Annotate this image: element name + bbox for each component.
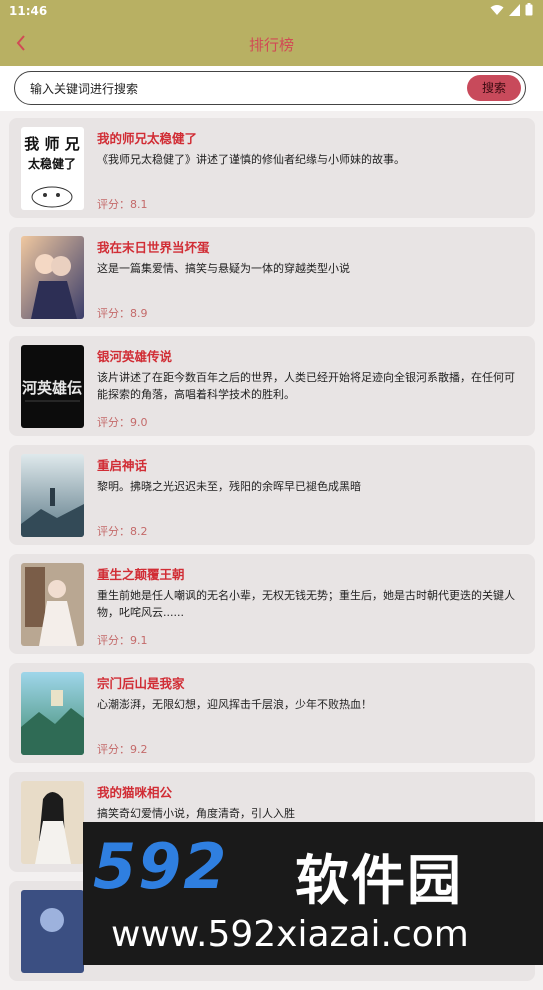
book-score: 评分：9.1 (97, 634, 148, 647)
watermark: 592 软件园 www.592xiazai.com (83, 822, 543, 965)
signal-icon (509, 3, 520, 16)
book-title: 我的师兄太稳健了 (97, 131, 198, 146)
search-input[interactable] (28, 78, 452, 100)
book-desc: 《我师兄太稳健了》讲述了谨慎的修仙者纪缘与小师妹的故事。 (97, 153, 405, 166)
book-desc: 搞笑奇幻爱情小说，角度清奇，引人入胜 (97, 807, 295, 820)
wifi-icon (490, 4, 504, 15)
cover-title-line: 太稳健了 (28, 156, 76, 171)
book-cover (21, 672, 84, 755)
watermark-name: 软件园 (295, 849, 463, 912)
battery-icon (525, 3, 533, 16)
book-cover (21, 454, 84, 537)
book-title: 银河英雄传说 (97, 349, 173, 364)
book-score: 评分：8.2 (97, 525, 148, 538)
book-desc: 黎明。拂晓之光迟迟未至，残阳的余晖早已褪色成黑暗 (97, 480, 361, 493)
book-title: 宗门后山是我家 (97, 676, 185, 691)
book-card[interactable]: 我在末日世界当坏蛋 这是一篇集爱情、搞笑与悬疑为一体的穿越类型小说 评分：8.9 (9, 227, 535, 327)
book-score: 评分：9.2 (97, 743, 148, 756)
app-bar: 排行榜 (0, 22, 543, 66)
book-card[interactable]: 我 师 兄 太稳健了 我的师兄太稳健了 《我师兄太稳健了》讲述了谨慎的修仙者纪缘… (9, 118, 535, 218)
book-cover (21, 890, 84, 973)
book-desc: 这是一篇集爱情、搞笑与悬疑为一体的穿越类型小说 (97, 262, 350, 275)
book-desc: 重生前她是任人嘲讽的无名小辈，无权无钱无势；重生后，她是古时朝代更迭的关键人物，… (97, 589, 515, 619)
book-cover (21, 236, 84, 319)
cover-title-line: 河英雄伝 (22, 379, 82, 397)
book-title: 我在末日世界当坏蛋 (97, 240, 210, 255)
book-card[interactable]: 河英雄伝 银河英雄传说 该片讲述了在距今数百年之后的世界，人类已经开始将足迹向全… (9, 336, 535, 436)
search-bar: 搜索 (0, 66, 543, 111)
book-card[interactable]: 宗门后山是我家 心潮澎湃，无限幻想，迎风挥击千层浪，少年不败热血！ 评分：9.2 (9, 663, 535, 763)
cover-title-line: 我 师 兄 (24, 135, 79, 153)
book-title: 重生之颠覆王朝 (97, 567, 185, 582)
status-icons (490, 3, 533, 16)
book-card[interactable]: 重启神话 黎明。拂晓之光迟迟未至，残阳的余晖早已褪色成黑暗 评分：8.2 (9, 445, 535, 545)
watermark-url: www.592xiazai.com (111, 914, 469, 955)
book-cover (21, 781, 84, 864)
watermark-logo: 592 (93, 830, 229, 903)
book-score: 评分：8.9 (97, 307, 148, 320)
book-title: 重启神话 (97, 458, 148, 473)
status-bar: 11:46 (0, 0, 543, 22)
book-cover: 河英雄伝 (21, 345, 84, 428)
search-button[interactable]: 搜索 (467, 75, 521, 101)
book-score: 评分：9.0 (97, 416, 148, 429)
search-box: 搜索 (14, 71, 526, 105)
status-time: 11:46 (9, 4, 48, 18)
book-cover: 我 师 兄 太稳健了 (21, 127, 84, 210)
book-cover (21, 563, 84, 646)
book-desc: 心潮澎湃，无限幻想，迎风挥击千层浪，少年不败热血！ (97, 698, 372, 711)
book-score: 评分：8.1 (97, 198, 148, 211)
book-card[interactable]: 重生之颠覆王朝 重生前她是任人嘲讽的无名小辈，无权无钱无势；重生后，她是古时朝代… (9, 554, 535, 654)
book-title: 我的猫咪相公 (97, 785, 173, 800)
page-title: 排行榜 (248, 36, 294, 54)
book-desc: 该片讲述了在距今数百年之后的世界，人类已经开始将足迹向全银河系散播，在任何可能探… (97, 371, 515, 401)
